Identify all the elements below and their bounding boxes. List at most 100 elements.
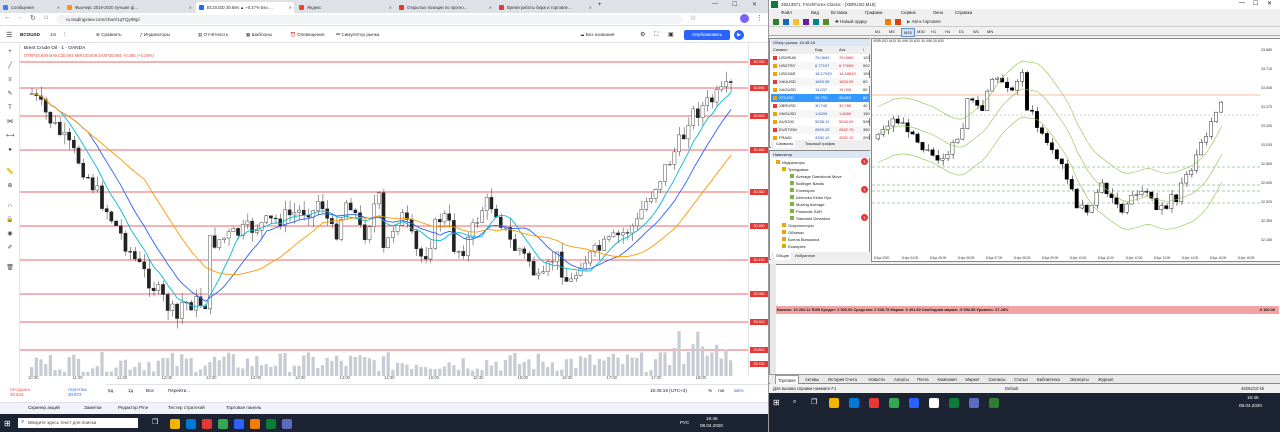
ruler-icon[interactable]: ⟷ [6,132,15,140]
edge-icon[interactable] [849,398,859,408]
maximize-icon[interactable]: ☐ [1253,0,1258,7]
navigator-item[interactable]: Трендовые [782,166,809,173]
market-watch-row[interactable]: EUSTX50 2829.25 2832.75 350 [771,126,870,134]
eye-icon[interactable]: ◉ [6,230,14,238]
navigator-item[interactable]: Индикаторы [776,159,805,166]
trendline-icon[interactable]: ╱ [6,62,14,70]
explorer-icon[interactable] [170,419,180,429]
browser-tab[interactable]: Фьючерс 2019-2020 лучшие ф… ✕ [64,2,194,13]
fib-icon[interactable]: ≡ [6,76,14,84]
forward-icon[interactable]: → [16,14,23,21]
terminal-tab[interactable]: Маркет [964,375,982,384]
timeframe-h4[interactable]: H4 [943,28,952,35]
url-input[interactable]: ru.tradingview.com/chart/1qTQy95p/ [56,15,682,24]
terminal-tab[interactable]: История Счета [826,375,859,384]
interval-selector[interactable]: 1m [50,30,56,40]
timeframe-m5[interactable]: M5 [887,28,897,35]
magnet-icon[interactable]: ∩ [6,202,14,210]
data-window-icon[interactable] [803,19,809,25]
notification-badge[interactable]: 1 [861,186,868,193]
tab-favorites[interactable]: Избранное [795,252,815,260]
opera-icon[interactable] [869,398,879,408]
market-watch-row[interactable]: XAUUSD 1653.39 1653.99 60 [771,78,870,86]
menu-service[interactable]: Сервис [901,9,916,17]
tab-notes[interactable]: Заметки [84,405,102,410]
autotrading-button[interactable]: ▶ Авто-торговля [907,18,941,26]
candle-style-icon[interactable]: ⫶ [64,30,66,40]
market-watch-row[interactable]: XAGUSD 15.037 15.093 60 [771,86,870,94]
navigator-item[interactable]: Examples [782,243,806,250]
app-icon[interactable] [929,398,939,408]
back-icon[interactable]: ← [4,14,11,21]
browser-tab[interactable]: Открытые позиции по прогно… ✕ [396,2,494,13]
terminal-tab[interactable]: Компания [936,375,959,384]
tab-pine-editor[interactable]: Редактор Pine [118,405,148,410]
close-window-icon[interactable]: ✕ [752,1,757,8]
timeframe-mn[interactable]: MN [985,28,995,35]
task-view-icon[interactable]: ❐ [811,398,817,406]
metatrader-icon[interactable] [949,398,959,408]
browser-tab[interactable]: Время работы бирж и торговле… ✕ [496,2,594,13]
notification-badge[interactable]: 1 [861,158,868,165]
sell-panel[interactable]: ПРОДАЖА 30.643 [0,384,58,398]
navigator-item[interactable]: Билла Вильямса [782,236,819,243]
stay-drawing-icon[interactable]: ✐ [6,244,14,252]
close-icon[interactable]: ✕ [289,2,292,13]
terminal-tab[interactable]: Новости [867,375,887,384]
bookmark-star-icon[interactable]: ☆ [690,14,696,22]
alerts-button[interactable]: ⏰ Оповещения [290,30,324,40]
close-icon[interactable]: ✕ [389,2,392,13]
zoom-icon[interactable]: ⊕ [6,182,14,190]
close-icon[interactable]: ✕ [589,2,592,13]
mt-chart[interactable]: 8 Apr 2020 8 Apr 04:00 8 Apr 05:00 8 Apr 06… [871,38,1280,262]
home-icon[interactable]: ⌂ [44,14,48,21]
market-watch-row[interactable]: USDRUB 75.0840 75.0960 120 [771,54,870,62]
brush-icon[interactable]: ✎ [6,90,14,98]
terminal-tab[interactable]: Алерты [892,375,911,384]
navigator-icon[interactable] [813,19,819,25]
market-watch-row[interactable]: XNGUSD 1.6290 1.6450 150 [771,110,870,118]
navigator-item[interactable]: Moving Average [790,201,825,208]
layout-button[interactable]: ☁ Без названия [580,30,614,40]
terminal-tab[interactable]: Активы [803,375,821,384]
navigator-item[interactable]: Envelopes [790,187,815,194]
app-icon[interactable] [282,419,292,429]
windows-start-icon[interactable]: ⊞ [773,398,780,407]
minimize-icon[interactable]: — [1239,0,1245,6]
compare-button[interactable]: ⊕ Сравнить [96,30,122,40]
navigator-item[interactable]: Ichimoku Kinko Hyo [790,194,831,201]
terminal-tab[interactable]: Эксперты [1068,375,1091,384]
profile-avatar[interactable] [740,14,749,23]
taskbar-time[interactable]: 16:45 [706,416,718,421]
metaeditor-icon[interactable] [885,19,891,25]
menu-dots-icon[interactable]: ⋮ [756,14,763,22]
pattern-icon[interactable]: ⋈ [6,118,14,126]
buy-panel[interactable]: ПОКУПКА 30.672 [58,384,106,398]
lock-icon[interactable]: 🔒 [6,216,14,224]
search-icon[interactable]: ⌕ [793,399,796,406]
menu-help[interactable]: Справка [955,9,972,17]
profiles-icon[interactable] [783,19,789,25]
text-icon[interactable]: T [6,104,14,112]
market-watch-row[interactable]: XBRUSD 30.740 30.780 40 [771,102,870,110]
replay-button[interactable]: ⏮ Симулятор рынка [336,30,379,40]
time-axis[interactable]: 10:30 11:00 11:30 12:00 12:30 13:00 13:30 14:00… [20,374,748,384]
taskbar-date[interactable]: 08.04.2020 [700,423,723,428]
terminal-tab[interactable]: Сигналы [987,375,1008,384]
tab-strategy-tester[interactable]: Тестер стратегий [168,405,205,410]
templates-button[interactable]: ▦ Шаблоны [246,30,272,40]
tab-trading-panel[interactable]: Торговая панель [226,405,261,410]
app-icon[interactable] [969,398,979,408]
edge-icon[interactable] [186,419,196,429]
app-icon[interactable] [909,398,919,408]
navigator-item[interactable]: Объемы [782,229,804,236]
app-icon[interactable] [234,419,244,429]
timeframe-h1[interactable]: H1 [929,28,938,35]
opera-icon[interactable] [202,419,212,429]
mt-price-axis[interactable]: 33.885 33.715 33.545 33.375 33.205 33.035 32.8… [1259,38,1280,262]
navigator-item[interactable]: Осцилляторы [782,222,814,229]
market-watch-icon[interactable] [793,19,799,25]
terminal-tab[interactable]: Библиотека [1035,375,1062,384]
trash-icon[interactable]: 🗑 [6,264,14,272]
navigator-item[interactable]: Standard Deviation [790,215,830,222]
